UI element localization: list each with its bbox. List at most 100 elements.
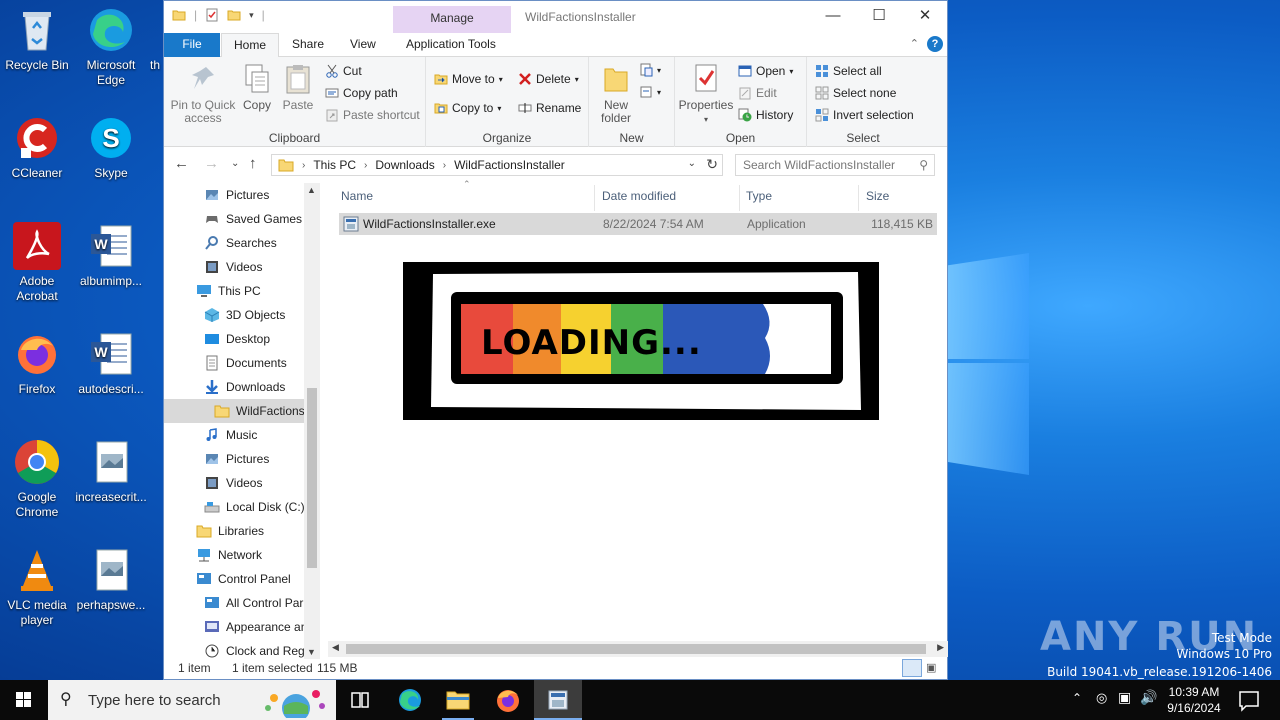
nav-item-documents[interactable]: Documents (204, 351, 287, 375)
nav-item-this-pc[interactable]: This PC (196, 279, 261, 303)
breadcrumb-this-pc[interactable]: This PC (313, 158, 356, 172)
column-divider[interactable] (858, 185, 859, 211)
nav-item-saved-games[interactable]: Saved Games (204, 207, 302, 231)
nav-item-control-panel[interactable]: Control Panel (196, 567, 291, 591)
nav-item-clock-region[interactable]: Clock and Regi (204, 639, 307, 659)
nav-item-videos[interactable]: Videos (204, 255, 262, 279)
invert-selection-button[interactable]: Invert selection (815, 108, 914, 122)
tab-application-tools[interactable]: Application Tools (394, 33, 508, 57)
desktop-icon-word-doc-1[interactable]: W albumimp... (74, 222, 148, 289)
back-arrow-icon[interactable]: ← (174, 155, 189, 172)
network-tray-icon[interactable]: ▣ (1118, 689, 1131, 706)
desktop-icon-vlc[interactable]: VLC media player (0, 546, 74, 628)
address-dropdown-icon[interactable]: ⌄ (688, 158, 696, 169)
cut-button[interactable]: Cut (325, 64, 362, 78)
scroll-left-arrow-icon[interactable]: ◀ (332, 642, 339, 653)
nav-item-music[interactable]: Music (204, 423, 257, 447)
desktop-icon-google-chrome[interactable]: Google Chrome (0, 438, 74, 520)
delete-button[interactable]: Delete ▾ (518, 72, 579, 86)
navigation-scrollbar[interactable]: ▲ ▼ (304, 183, 320, 659)
nav-item-downloads[interactable]: Downloads (204, 375, 285, 399)
nav-item-desktop[interactable]: Desktop (204, 327, 270, 351)
forward-arrow-icon[interactable]: → (204, 155, 219, 172)
desktop-icon-recycle-bin[interactable]: Recycle Bin (0, 6, 74, 73)
taskbar-file-explorer-button[interactable] (434, 680, 482, 720)
scroll-right-arrow-icon[interactable]: ▶ (937, 642, 944, 653)
new-folder-button[interactable]: New folder (595, 63, 637, 125)
rename-button[interactable]: Rename (518, 101, 581, 115)
details-view-icon[interactable] (902, 659, 922, 677)
navigation-pane[interactable]: Pictures Saved Games Searches Videos Thi… (164, 183, 320, 659)
tab-share[interactable]: Share (280, 33, 336, 57)
up-arrow-icon[interactable]: ↑ (249, 155, 257, 172)
desktop-icon-image-2[interactable]: perhapswe... (74, 546, 148, 613)
task-view-button[interactable] (336, 680, 384, 720)
taskbar-search-box[interactable]: ⚲ Type here to search (48, 680, 336, 720)
desktop-icon-adobe-acrobat[interactable]: Adobe Acrobat (0, 222, 74, 304)
nav-item-wildfactionsinstaller[interactable]: WildFactionsI (164, 399, 308, 423)
column-divider[interactable] (739, 185, 740, 211)
column-header-name[interactable]: Name (341, 189, 373, 203)
nav-item-videos-2[interactable]: Videos (204, 471, 262, 495)
nav-item-local-disk[interactable]: Local Disk (C:) (204, 495, 305, 519)
taskbar-edge-button[interactable] (386, 680, 434, 720)
breadcrumb-downloads[interactable]: Downloads (375, 158, 434, 172)
properties-button[interactable]: Properties ▾ (678, 63, 734, 126)
maximize-button[interactable]: ☐ (856, 1, 902, 31)
tab-manage[interactable]: Manage (393, 6, 511, 33)
file-explorer-window[interactable]: | ▾ | Manage WildFactionsInstaller — ☐ ✕… (163, 0, 948, 680)
desktop-icon-microsoft-edge[interactable]: Microsoft Edge (74, 6, 148, 88)
column-header-type[interactable]: Type (746, 189, 772, 203)
properties-icon[interactable] (205, 8, 219, 22)
nav-item-3d-objects[interactable]: 3D Objects (204, 303, 285, 327)
copy-path-button[interactable]: Copy path (325, 86, 398, 100)
taskbar-firefox-button[interactable] (484, 680, 532, 720)
scrollbar-thumb[interactable] (307, 388, 317, 568)
volume-icon[interactable]: 🔊 (1140, 689, 1157, 706)
column-divider[interactable] (594, 185, 595, 211)
taskbar-clock[interactable]: 10:39 AM 9/16/2024 (1160, 684, 1228, 716)
edit-button[interactable]: Edit (738, 86, 777, 100)
file-list[interactable]: ⌃ Name Date modified Type Size WildFacti… (329, 179, 949, 659)
move-to-button[interactable]: Move to ▾ (434, 72, 503, 86)
desktop-icon-ccleaner[interactable]: CCleaner (0, 114, 74, 181)
horizontal-scrollbar[interactable]: ◀ ▶ (328, 641, 948, 657)
select-none-button[interactable]: Select none (815, 86, 896, 100)
tab-home[interactable]: Home (221, 33, 280, 58)
qat-dropdown-icon[interactable]: ▾ (249, 10, 254, 21)
easy-access-button[interactable]: ▾ (639, 85, 661, 99)
nav-item-appearance[interactable]: Appearance an (204, 615, 307, 639)
new-item-button[interactable]: ▾ (639, 63, 661, 77)
open-button[interactable]: Open ▾ (738, 64, 793, 78)
taskbar-installer-button[interactable] (534, 680, 582, 720)
refresh-icon[interactable]: ↻ (706, 156, 718, 173)
tab-file[interactable]: File (164, 33, 220, 57)
desktop-icon-partial[interactable]: th (150, 58, 164, 73)
address-bar[interactable]: › This PC › Downloads › WildFactionsInst… (271, 154, 723, 176)
close-button[interactable]: ✕ (902, 1, 948, 31)
tab-view[interactable]: View (338, 33, 388, 57)
desktop-icon-word-doc-2[interactable]: W autodescri... (74, 330, 148, 397)
security-icon[interactable]: ◎ (1096, 690, 1107, 706)
scroll-up-arrow-icon[interactable]: ▲ (307, 185, 316, 195)
minimize-button[interactable]: — (810, 1, 856, 31)
desktop-icon-image-1[interactable]: increasecrit... (74, 438, 148, 505)
help-button[interactable]: ? (927, 36, 943, 52)
nav-item-all-control-panel[interactable]: All Control Par (204, 591, 303, 615)
select-all-button[interactable]: Select all (815, 64, 882, 78)
scroll-down-arrow-icon[interactable]: ▼ (307, 647, 316, 657)
nav-item-pictures[interactable]: Pictures (204, 183, 269, 207)
nav-item-network[interactable]: Network (196, 543, 262, 567)
start-button[interactable] (0, 680, 48, 720)
column-header-date-modified[interactable]: Date modified (602, 189, 676, 203)
action-center-button[interactable] (1234, 680, 1266, 720)
file-row[interactable]: WildFactionsInstaller.exe 8/22/2024 7:54… (339, 213, 937, 235)
copy-button[interactable]: Copy (240, 63, 274, 112)
breadcrumb-current-folder[interactable]: WildFactionsInstaller (454, 158, 565, 172)
title-bar[interactable]: | ▾ | Manage WildFactionsInstaller — ☐ ✕ (164, 1, 947, 33)
nav-item-searches[interactable]: Searches (204, 231, 277, 255)
show-hidden-icons-icon[interactable]: ⌃ (1072, 691, 1082, 705)
pin-to-quick-access-button[interactable]: Pin to Quick access (168, 63, 238, 125)
desktop-icon-firefox[interactable]: Firefox (0, 330, 74, 397)
column-header-size[interactable]: Size (866, 189, 889, 203)
